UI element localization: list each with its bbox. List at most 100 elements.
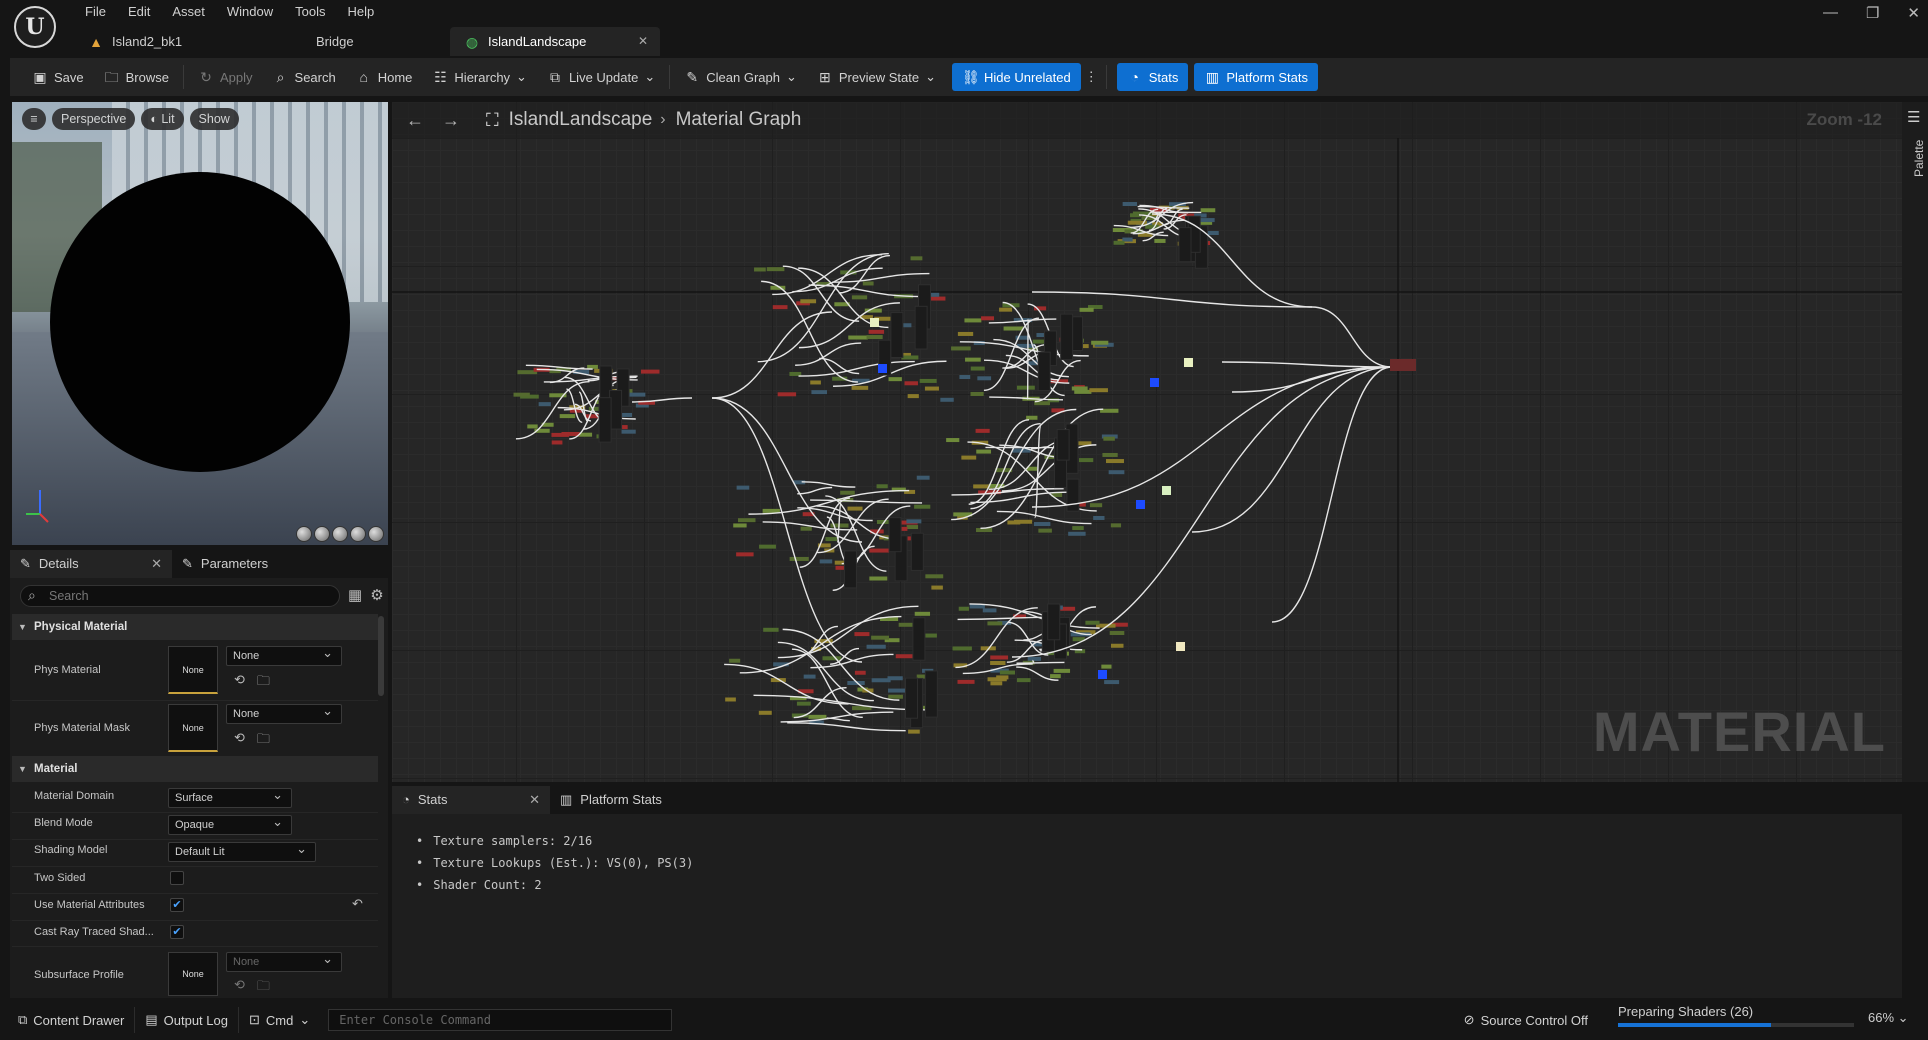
details-scrollbar[interactable] — [378, 616, 384, 696]
apply-button[interactable]: ↻ Apply — [188, 63, 263, 91]
palette-tab[interactable]: Palette — [1912, 137, 1926, 177]
graph-node[interactable] — [946, 438, 960, 443]
graph-node[interactable] — [951, 346, 971, 351]
graph-node[interactable] — [759, 544, 776, 549]
graph-node[interactable] — [1013, 519, 1033, 524]
graph-node[interactable] — [982, 608, 997, 613]
graph-node[interactable] — [559, 414, 576, 419]
cast-ray-traced-shadows-checkbox[interactable]: ✔ — [170, 925, 184, 939]
graph-node[interactable] — [1110, 643, 1124, 648]
graph-node[interactable] — [990, 681, 1003, 686]
graph-node[interactable] — [538, 402, 551, 407]
graph-node[interactable] — [964, 318, 982, 323]
graph-node[interactable] — [1101, 664, 1112, 669]
sphere-preview-icon[interactable] — [314, 526, 330, 542]
graph-node[interactable] — [970, 391, 984, 396]
graph-node-constant[interactable] — [1098, 670, 1107, 679]
graph-node[interactable] — [621, 429, 636, 434]
graph-node[interactable] — [901, 355, 919, 360]
graph-node-body[interactable] — [910, 532, 924, 571]
graph-node[interactable] — [561, 431, 580, 436]
phys-material-mask-thumbnail[interactable]: None — [168, 704, 218, 752]
graph-node[interactable] — [1089, 388, 1108, 393]
palette-menu-icon[interactable]: ☰ — [1907, 108, 1920, 126]
stats-button[interactable]: ◔ Stats — [1116, 63, 1189, 91]
graph-node-body[interactable] — [843, 550, 857, 589]
viewport-menu-icon[interactable]: ≡ — [22, 108, 46, 130]
cube-preview-icon[interactable] — [350, 526, 366, 542]
preview-state-button[interactable]: ⊞ Preview State ⌄ — [807, 63, 946, 91]
details-search-input[interactable]: Search — [20, 585, 340, 607]
graph-node[interactable] — [1079, 307, 1094, 312]
menu-window[interactable]: Window — [216, 2, 284, 22]
menu-help[interactable]: Help — [336, 2, 385, 22]
graph-node[interactable] — [848, 335, 868, 340]
restore-icon[interactable]: ❐ — [1866, 4, 1879, 22]
graph-node[interactable] — [959, 375, 971, 380]
graph-node-body[interactable] — [1178, 227, 1192, 263]
graph-node-preview[interactable] — [1184, 358, 1193, 367]
graph-node[interactable] — [766, 267, 785, 272]
tab-stats[interactable]: ◔ Stats ✕ — [392, 786, 550, 814]
graph-node[interactable] — [1103, 436, 1115, 441]
graph-node[interactable] — [738, 518, 756, 523]
graph-node[interactable] — [910, 256, 923, 261]
graph-node-body[interactable] — [598, 397, 612, 443]
blend-mode-combo[interactable]: Opaque — [168, 813, 292, 835]
zoom-percent-dropdown[interactable]: 66% ⌄ — [1868, 1010, 1909, 1026]
graph-node[interactable] — [914, 611, 931, 616]
menu-tools[interactable]: Tools — [284, 2, 336, 22]
graph-node[interactable] — [987, 677, 1007, 682]
graph-node[interactable] — [758, 710, 772, 715]
graph-node[interactable] — [800, 526, 812, 531]
source-control-button[interactable]: ⊘ Source Control Off — [1454, 1007, 1598, 1033]
graph-node[interactable] — [1109, 631, 1125, 636]
graph-node[interactable] — [789, 371, 802, 376]
use-selected-icon[interactable]: ⟲ — [234, 672, 245, 694]
graph-node[interactable] — [888, 694, 903, 699]
breadcrumb-asset[interactable]: IslandLandscape — [509, 109, 653, 131]
graph-node-body[interactable] — [924, 670, 938, 718]
browse-asset-icon[interactable]: 🗀 — [257, 977, 270, 999]
live-update-button[interactable]: ⧉ Live Update ⌄ — [537, 63, 665, 91]
graph-node[interactable] — [1027, 656, 1041, 661]
graph-node[interactable] — [1091, 340, 1109, 345]
close-window-icon[interactable]: ✕ — [1907, 4, 1920, 22]
perspective-button[interactable]: Perspective — [52, 108, 136, 130]
browse-button[interactable]: 🗀 Browse — [94, 63, 179, 91]
graph-node[interactable] — [970, 366, 985, 371]
graph-node[interactable] — [1003, 326, 1024, 331]
save-button[interactable]: ▣ Save — [22, 63, 94, 91]
graph-node-body[interactable] — [1056, 429, 1070, 461]
graph-node[interactable] — [1050, 674, 1061, 679]
graph-node[interactable] — [1105, 459, 1124, 464]
table-view-icon[interactable]: ▦ — [348, 586, 362, 604]
graph-node[interactable] — [999, 307, 1013, 312]
use-selected-icon[interactable]: ⟲ — [234, 977, 245, 999]
graph-node[interactable] — [819, 559, 833, 564]
output-log-button[interactable]: ▤ Output Log — [135, 1007, 238, 1033]
graph-node[interactable] — [736, 485, 750, 490]
graph-node-constant[interactable] — [878, 364, 887, 373]
graph-node[interactable] — [1072, 526, 1084, 531]
graph-node-body[interactable] — [905, 677, 919, 719]
close-tab-icon[interactable]: ✕ — [529, 786, 540, 814]
two-sided-checkbox[interactable] — [170, 871, 184, 885]
content-drawer-button[interactable]: ⧉ Content Drawer — [8, 1007, 134, 1033]
close-tab-icon[interactable]: ✕ — [151, 550, 162, 578]
material-output-node[interactable] — [1390, 359, 1416, 371]
graph-node[interactable] — [1122, 202, 1138, 207]
graph-node-preview[interactable] — [1162, 486, 1171, 495]
graph-node-body[interactable] — [1047, 603, 1061, 641]
graph-node[interactable] — [800, 299, 817, 304]
graph-node[interactable] — [862, 281, 874, 286]
graph-node[interactable] — [958, 606, 970, 611]
settings-gear-icon[interactable]: ⚙ — [370, 586, 383, 604]
graph-node-body[interactable] — [914, 305, 928, 350]
graph-node[interactable] — [640, 369, 660, 374]
graph-node[interactable] — [990, 655, 1009, 660]
graph-node[interactable] — [725, 697, 736, 702]
tab-details[interactable]: ✎ Details ✕ — [10, 550, 172, 578]
lit-button[interactable]: ◐ Lit — [141, 108, 184, 130]
minimize-icon[interactable]: — — [1823, 4, 1838, 22]
